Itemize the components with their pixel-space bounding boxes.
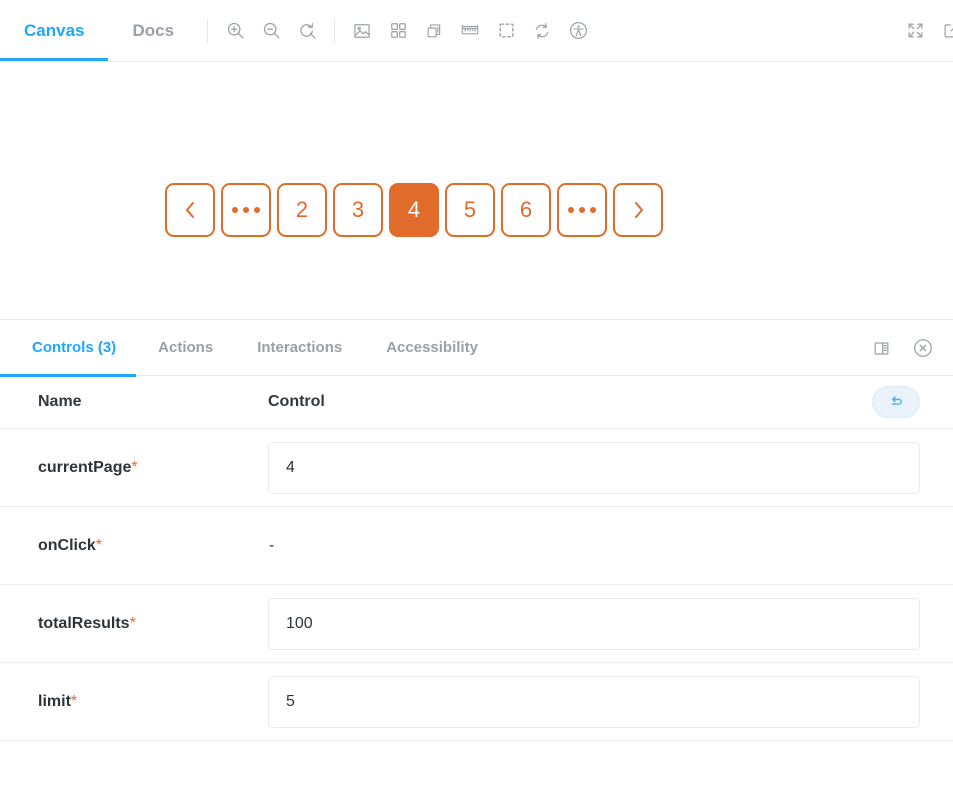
control-name-currentpage: currentPage* bbox=[0, 459, 268, 477]
page-button-3-label: 3 bbox=[351, 197, 365, 222]
panel-tools bbox=[869, 320, 935, 376]
tab-interactions[interactable]: Interactions bbox=[235, 320, 364, 376]
table-row: limit* bbox=[0, 663, 953, 741]
tab-controls-label: Controls (3) bbox=[32, 339, 117, 356]
toolbar-divider-2 bbox=[334, 18, 336, 43]
onclick-value: - bbox=[269, 536, 275, 554]
zoom-out-icon[interactable] bbox=[253, 13, 289, 49]
required-asterisk: * bbox=[131, 458, 138, 476]
page-button-6-label: 6 bbox=[519, 197, 533, 222]
column-header-control: Control bbox=[268, 393, 325, 410]
zoom-reset-icon[interactable] bbox=[289, 13, 325, 49]
tab-docs[interactable]: Docs bbox=[108, 0, 198, 61]
panel-position-icon[interactable] bbox=[869, 336, 893, 360]
reset-controls-button[interactable] bbox=[872, 386, 920, 418]
required-asterisk: * bbox=[129, 614, 136, 632]
control-name-limit: limit* bbox=[0, 693, 268, 711]
controls-table: Name Control currentPage* onClick* - bbox=[0, 376, 953, 741]
toolbar-divider-1 bbox=[207, 18, 209, 43]
canvas-toolbar: Canvas Docs bbox=[0, 0, 953, 62]
page-button-4-label: 4 bbox=[407, 197, 421, 222]
required-asterisk: * bbox=[95, 536, 103, 554]
tab-canvas[interactable]: Canvas bbox=[0, 0, 109, 61]
previous-page-button[interactable] bbox=[165, 183, 215, 237]
page-button-5-label: 5 bbox=[463, 197, 477, 222]
table-row: currentPage* bbox=[0, 429, 953, 507]
controls-table-header: Name Control bbox=[0, 376, 953, 429]
grid-icon[interactable] bbox=[380, 13, 416, 49]
control-label: totalResults bbox=[38, 614, 130, 632]
required-asterisk: * bbox=[70, 692, 78, 710]
tab-interactions-label: Interactions bbox=[257, 339, 343, 356]
close-panel-icon[interactable] bbox=[911, 336, 935, 360]
totalresults-input[interactable] bbox=[268, 597, 920, 650]
background-image-icon[interactable] bbox=[344, 13, 380, 49]
page-button-2-label: 2 bbox=[295, 197, 309, 222]
tab-docs-label: Docs bbox=[132, 20, 175, 40]
tab-actions[interactable]: Actions bbox=[136, 320, 235, 376]
column-header-name: Name bbox=[38, 393, 82, 410]
addons-panel: Controls (3) Actions Interactions Access… bbox=[0, 320, 953, 741]
page-button-5[interactable]: 5 bbox=[445, 183, 495, 237]
control-cell-onclick: - bbox=[268, 537, 953, 555]
table-row: onClick* - bbox=[0, 507, 953, 585]
tab-accessibility-label: Accessibility bbox=[386, 339, 478, 356]
control-name-onclick: onClick* bbox=[0, 537, 268, 555]
control-label: currentPage bbox=[38, 458, 132, 476]
table-row: totalResults* bbox=[0, 585, 953, 663]
toolbar-right-group bbox=[897, 13, 953, 49]
ellipsis-icon bbox=[232, 207, 260, 213]
control-cell-currentpage bbox=[268, 441, 953, 494]
fullscreen-expand-icon[interactable] bbox=[897, 13, 933, 49]
pagination-component: 2 3 4 5 6 bbox=[165, 183, 663, 237]
page-button-2[interactable]: 2 bbox=[277, 183, 327, 237]
measure-ruler-icon[interactable] bbox=[452, 13, 488, 49]
control-cell-totalresults bbox=[268, 597, 953, 650]
ellipsis-icon bbox=[568, 207, 596, 213]
tab-canvas-label: Canvas bbox=[24, 20, 85, 40]
remount-refresh-icon[interactable] bbox=[524, 13, 560, 49]
zoom-in-icon[interactable] bbox=[217, 13, 253, 49]
story-preview-canvas: 2 3 4 5 6 bbox=[0, 62, 953, 320]
limit-input[interactable] bbox=[268, 675, 920, 728]
tab-actions-label: Actions bbox=[158, 339, 214, 356]
page-ellipsis-end[interactable] bbox=[557, 183, 607, 237]
control-label: limit bbox=[38, 692, 71, 710]
control-cell-limit bbox=[268, 675, 953, 728]
next-page-button[interactable] bbox=[613, 183, 663, 237]
outline-icon[interactable] bbox=[488, 13, 524, 49]
page-button-4[interactable]: 4 bbox=[389, 183, 439, 237]
page-button-6[interactable]: 6 bbox=[501, 183, 551, 237]
tab-controls[interactable]: Controls (3) bbox=[0, 320, 137, 377]
addons-panel-tabs: Controls (3) Actions Interactions Access… bbox=[0, 320, 953, 377]
control-label: onClick bbox=[38, 536, 96, 554]
accessibility-icon[interactable] bbox=[560, 13, 596, 49]
canvas-docs-tabs: Canvas Docs bbox=[0, 0, 198, 61]
open-in-new-tab-icon[interactable] bbox=[933, 13, 953, 49]
tab-accessibility[interactable]: Accessibility bbox=[364, 320, 500, 376]
control-name-totalresults: totalResults* bbox=[0, 615, 268, 633]
toolbar-left-group: Canvas Docs bbox=[0, 0, 596, 61]
viewport-icon[interactable] bbox=[416, 13, 452, 49]
page-button-3[interactable]: 3 bbox=[333, 183, 383, 237]
currentpage-input[interactable] bbox=[268, 441, 920, 494]
page-ellipsis-start[interactable] bbox=[221, 183, 271, 237]
